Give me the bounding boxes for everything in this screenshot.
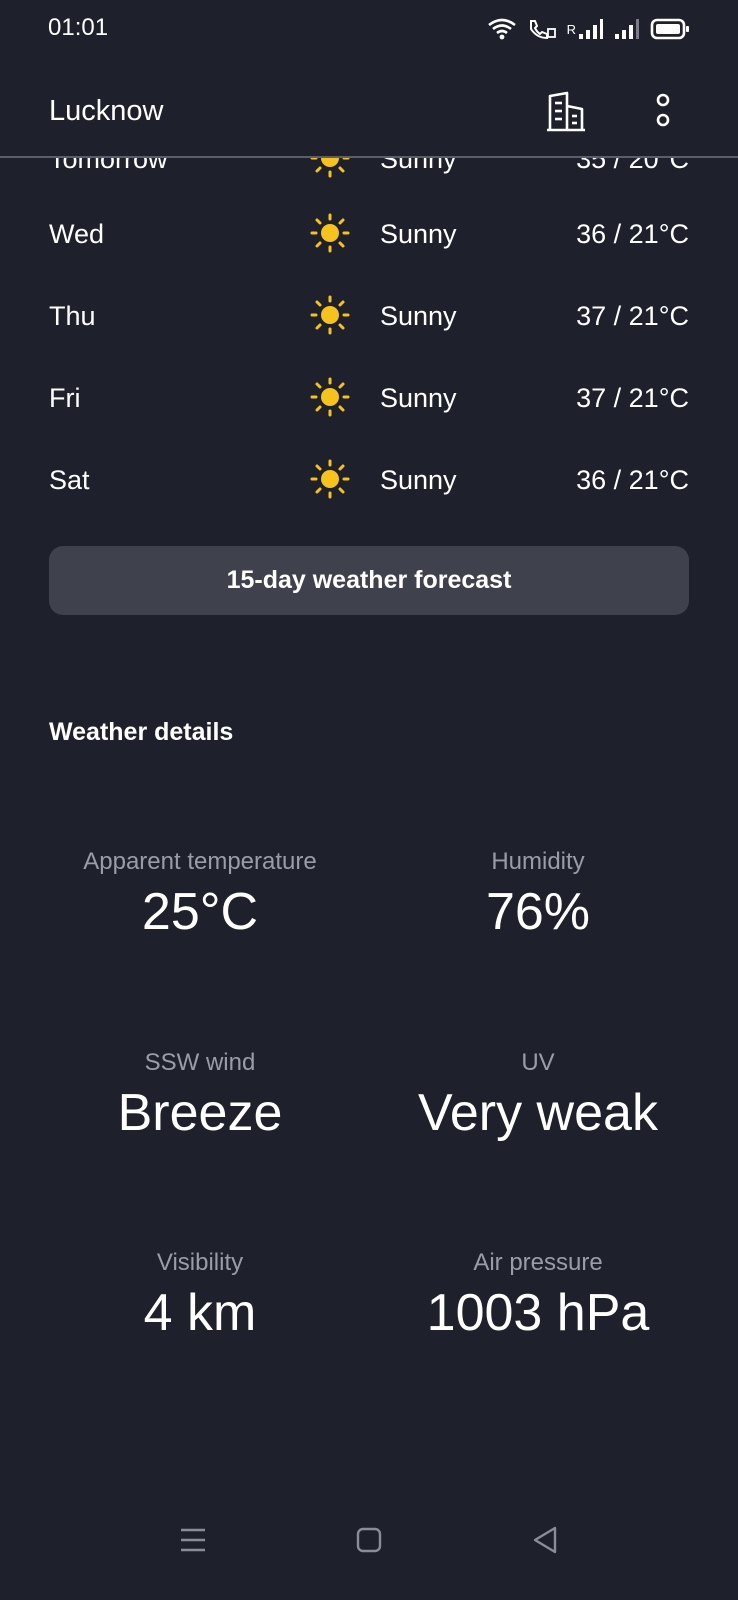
- detail-humidity: Humidity 76%: [368, 848, 708, 942]
- city-name: Lucknow: [49, 95, 164, 127]
- forecast-condition: Sunny: [380, 219, 457, 249]
- fifteen-day-forecast-button[interactable]: 15-day weather forecast: [49, 546, 689, 615]
- detail-value: 4 km: [143, 1284, 257, 1342]
- forecast-day: Thu: [49, 301, 96, 331]
- more-vertical-icon[interactable]: [648, 88, 678, 136]
- detail-value: 25°C: [141, 883, 259, 941]
- app-bar-divider: [0, 156, 738, 158]
- forecast-day: Fri: [49, 383, 81, 413]
- app-bar: Lucknow: [0, 58, 738, 158]
- forecast-temp: 37 / 21°C: [576, 383, 689, 413]
- status-icons: R: [487, 14, 690, 44]
- forecast-temp: 36 / 21°C: [576, 465, 689, 495]
- wifi-icon: [487, 17, 517, 41]
- detail-label: UV: [521, 1049, 555, 1076]
- back-icon[interactable]: [515, 1510, 575, 1570]
- detail-label: SSW wind: [144, 1049, 256, 1076]
- status-bar: 01:01 R: [0, 0, 738, 58]
- forecast-condition: Sunny: [380, 383, 457, 413]
- detail-visibility: Visibility 4 km: [30, 1249, 370, 1343]
- forecast-temp: 36 / 21°C: [576, 219, 689, 249]
- building-icon[interactable]: [545, 90, 589, 134]
- forecast-temp: 37 / 21°C: [576, 301, 689, 331]
- forecast-day: Wed: [49, 219, 105, 249]
- status-time: 01:01: [48, 14, 109, 41]
- forecast-row[interactable]: Fri Sunny 37 / 21°C: [0, 367, 738, 427]
- detail-apparent-temperature: Apparent temperature 25°C: [30, 848, 370, 942]
- weather-details-title: Weather details: [49, 718, 234, 746]
- detail-label: Visibility: [156, 1249, 244, 1276]
- forecast-row[interactable]: Sat Sunny 36 / 21°C: [0, 449, 738, 509]
- sun-icon: [310, 295, 350, 335]
- sun-icon: [310, 459, 350, 499]
- detail-uv: UV Very weak: [368, 1049, 708, 1143]
- signal-icon: [578, 17, 604, 41]
- forecast-day: Sat: [49, 465, 90, 495]
- home-icon[interactable]: [339, 1510, 399, 1570]
- forecast-row[interactable]: Thu Sunny 37 / 21°C: [0, 285, 738, 345]
- signal-icon: [614, 17, 640, 41]
- detail-wind: SSW wind Breeze: [30, 1049, 370, 1143]
- battery-icon: [650, 17, 690, 41]
- detail-label: Humidity: [491, 848, 585, 875]
- detail-value: Breeze: [117, 1084, 283, 1142]
- recent-apps-icon[interactable]: [163, 1510, 223, 1570]
- wifi-calling-icon: [527, 17, 557, 41]
- carrier-indicator: R: [566, 21, 576, 37]
- detail-value: Very weak: [418, 1084, 658, 1142]
- detail-value: 1003 hPa: [426, 1284, 650, 1342]
- sun-icon: [310, 377, 350, 417]
- detail-label: Apparent temperature: [83, 848, 317, 875]
- sun-icon: [310, 213, 350, 253]
- forecast-condition: Sunny: [380, 465, 457, 495]
- detail-label: Air pressure: [473, 1249, 603, 1276]
- detail-value: 76%: [485, 883, 591, 941]
- navigation-bar: [0, 1510, 738, 1600]
- detail-air-pressure: Air pressure 1003 hPa: [368, 1249, 708, 1343]
- forecast-condition: Sunny: [380, 301, 457, 331]
- forecast-row[interactable]: Wed Sunny 36 / 21°C: [0, 203, 738, 263]
